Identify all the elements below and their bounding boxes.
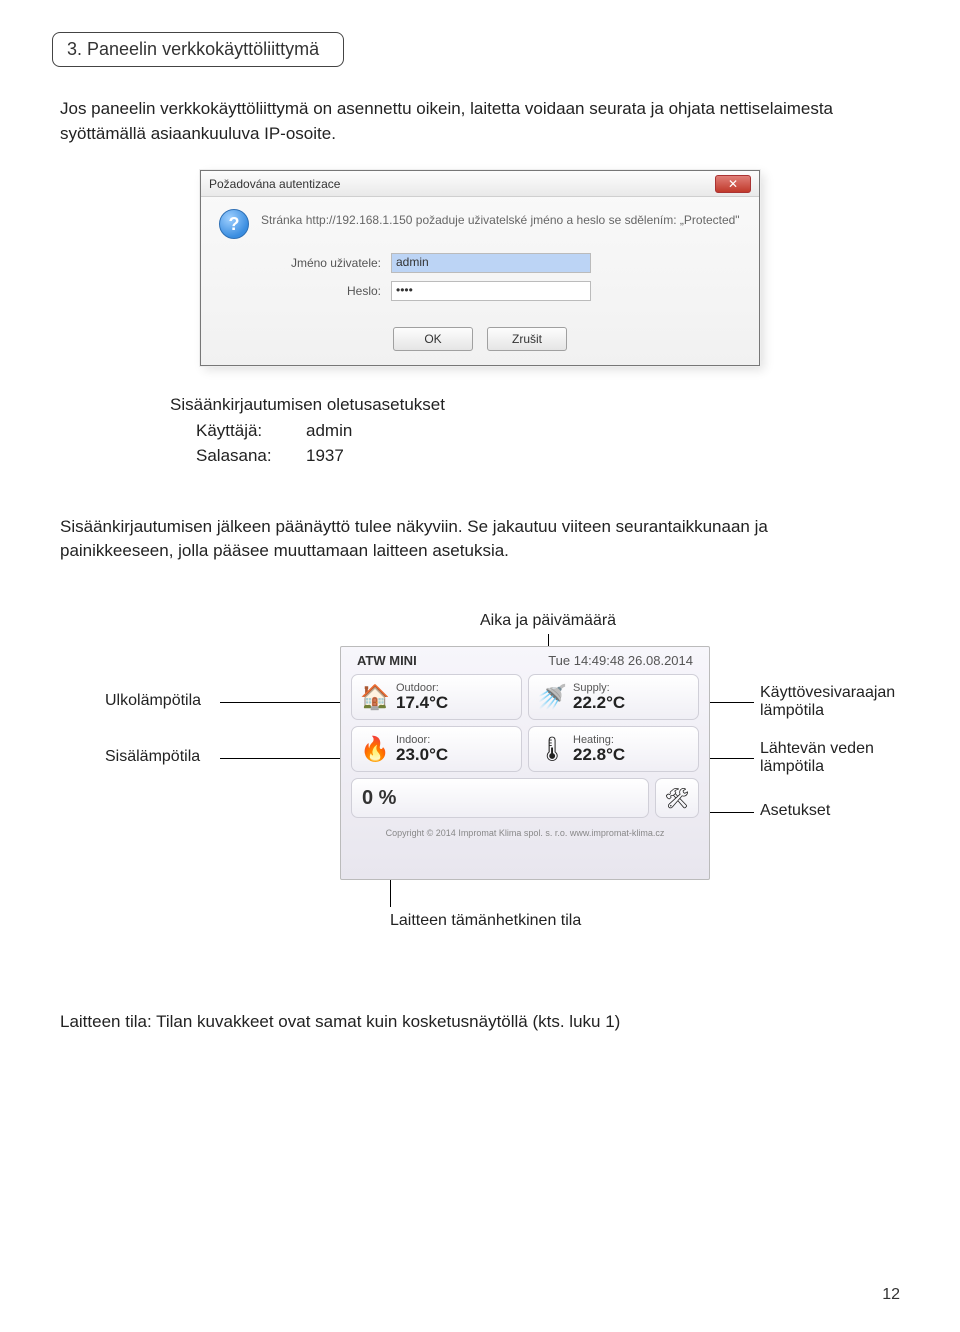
default-pass-value: 1937: [306, 443, 344, 469]
cancel-button[interactable]: Zrušit: [487, 327, 567, 351]
annotation-indoor: Sisälämpötila: [105, 748, 200, 766]
annotation-time: Aika ja päivämäärä: [480, 612, 616, 630]
tile-heating-value: 22.8°C: [573, 746, 625, 765]
annotation-outdoor: Ulkolämpötila: [105, 692, 201, 710]
status-tile[interactable]: 0 %: [351, 778, 649, 818]
house-icon: 🏠: [360, 682, 390, 712]
auth-message: Stránka http://192.168.1.150 požaduje už…: [261, 209, 740, 239]
annotation-heating-1: Lähtevän veden: [760, 740, 874, 758]
default-user-key: Käyttäjä:: [196, 418, 306, 444]
panel-copyright: Copyright © 2014 Impromat Klima spol. s.…: [341, 818, 709, 838]
tile-outdoor-value: 17.4°C: [396, 694, 448, 713]
diagram: Aika ja päivämäärä Ulkolämpötila Sisäläm…: [60, 612, 900, 932]
annotation-heating-2: lämpötila: [760, 758, 874, 776]
heater-icon: 🔥: [360, 734, 390, 764]
tile-indoor[interactable]: 🔥 Indoor: 23.0°C: [351, 726, 522, 772]
panel-time: Tue 14:49:48 26.08.2014: [548, 653, 693, 668]
tap-icon: 🚿: [537, 682, 567, 712]
annotation-settings: Asetukset: [760, 802, 830, 820]
tile-outdoor[interactable]: 🏠 Outdoor: 17.4°C: [351, 674, 522, 720]
tile-heating[interactable]: 🌡 Heating: 22.8°C: [528, 726, 699, 772]
username-label: Jméno uživatele:: [271, 256, 381, 270]
intro-paragraph: Jos paneelin verkkokäyttöliittymä on ase…: [60, 97, 880, 146]
tile-supply-value: 22.2°C: [573, 694, 625, 713]
footer-note: Laitteen tila: Tilan kuvakkeet ovat sama…: [60, 1012, 900, 1032]
username-input[interactable]: admin: [391, 253, 591, 273]
panel-name: ATW MINI: [357, 653, 417, 668]
web-panel: ATW MINI Tue 14:49:48 26.08.2014 🏠 Outdo…: [340, 646, 710, 880]
section-heading: 3. Paneelin verkkokäyttöliittymä: [52, 32, 344, 67]
password-label: Heslo:: [271, 284, 381, 298]
tile-indoor-value: 23.0°C: [396, 746, 448, 765]
annotation-supply-1: Käyttövesivaraajan: [760, 684, 895, 702]
tile-outdoor-label: Outdoor:: [396, 682, 448, 694]
default-pass-key: Salasana:: [196, 443, 306, 469]
page-number: 12: [882, 1286, 900, 1304]
password-input[interactable]: ••••: [391, 281, 591, 301]
wrench-icon: 🛠: [664, 786, 689, 811]
close-icon[interactable]: ✕: [715, 175, 751, 193]
settings-button[interactable]: 🛠: [655, 778, 699, 818]
auth-dialog: Požadována autentizace ✕ ? Stránka http:…: [200, 170, 760, 366]
annotation-supply-2: lämpötila: [760, 702, 895, 720]
ok-button[interactable]: OK: [393, 327, 473, 351]
auth-title-text: Požadována autentizace: [209, 177, 340, 191]
question-icon: ?: [219, 209, 249, 239]
tile-heating-label: Heating:: [573, 734, 625, 746]
auth-titlebar: Požadována autentizace ✕: [201, 171, 759, 197]
annotation-status: Laitteen tämänhetkinen tila: [390, 912, 581, 930]
tile-supply[interactable]: 🚿 Supply: 22.2°C: [528, 674, 699, 720]
defaults-heading: Sisäänkirjautumisen oletusasetukset: [170, 392, 900, 418]
default-user-value: admin: [306, 418, 352, 444]
tile-indoor-label: Indoor:: [396, 734, 448, 746]
tile-supply-label: Supply:: [573, 682, 625, 694]
radiator-icon: 🌡: [537, 734, 567, 764]
paragraph-after-login: Sisäänkirjautumisen jälkeen päänäyttö tu…: [60, 515, 880, 564]
